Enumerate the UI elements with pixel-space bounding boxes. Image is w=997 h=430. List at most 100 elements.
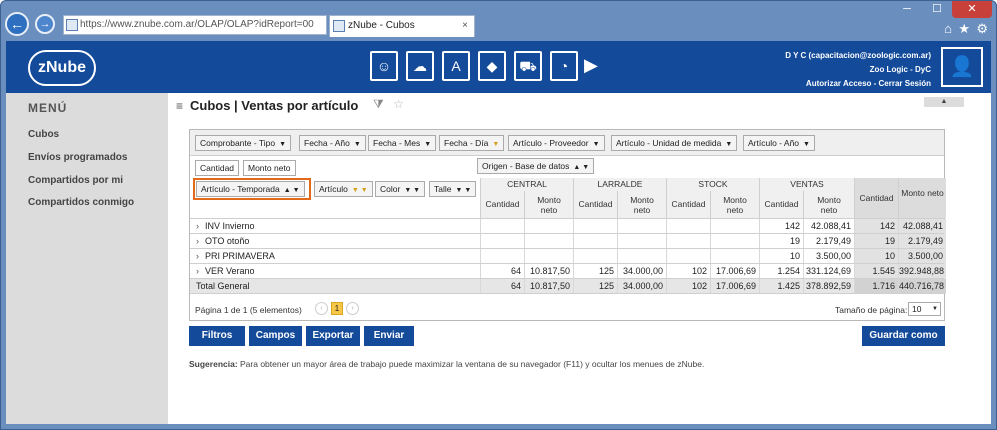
expand-chevron-icon[interactable]: ›: [196, 251, 199, 261]
home-icon[interactable]: ⌂: [944, 21, 952, 36]
table-cell: [573, 234, 617, 249]
menu-title: MENÚ: [28, 101, 68, 115]
table-cell: 102: [666, 279, 710, 294]
filter-icon: ▼: [353, 141, 361, 148]
sidebar-item-compartidos-conmigo[interactable]: Compartidos conmigo: [28, 197, 134, 208]
data-field-monto-neto[interactable]: Monto neto: [243, 160, 296, 176]
row-divider: [190, 293, 944, 294]
current-page[interactable]: 1: [331, 302, 343, 315]
app-header: zNube ☺ ☁ A ◆ ⛟ ◔ ▶ D Y C (capacitacion@…: [6, 41, 991, 93]
sidebar: MENÚ Cubos Envíos programados Compartido…: [6, 93, 168, 424]
collapse-header-button[interactable]: ▲: [924, 97, 964, 107]
filter-field-articulo-ano[interactable]: Artículo - Año ▼: [743, 135, 815, 151]
guardar-como-button[interactable]: Guardar como: [862, 326, 945, 346]
table-row[interactable]: › INV Invierno 142 42.088,41 142 42.088,41: [190, 219, 946, 234]
table-cell: [617, 219, 666, 234]
filter-field-articulo-unidad[interactable]: Artículo - Unidad de medida ▼: [611, 135, 738, 151]
table-cell: 19: [759, 234, 803, 249]
col-group-stock[interactable]: STOCK: [666, 178, 759, 191]
table-cell: 331.124,69: [803, 264, 854, 279]
filter-field-articulo-proveedor[interactable]: Artículo - Proveedor ▼: [508, 135, 605, 151]
table-cell: 64: [480, 279, 524, 294]
favicon-icon: [66, 19, 78, 31]
row-label: › INV Invierno: [196, 221, 255, 231]
table-cell: 42.088,41: [803, 219, 854, 234]
sub-header: Cantidad: [759, 191, 803, 218]
expand-chevron-icon[interactable]: ›: [196, 221, 199, 231]
module-cart-icon[interactable]: ⛟: [514, 51, 542, 81]
total-row[interactable]: Total General 64 10.817,50 125 34.000,00 102 1…: [190, 279, 946, 294]
chip-label: Color: [380, 184, 401, 194]
data-field-cantidad[interactable]: Cantidad: [195, 160, 240, 176]
filter-field-comprobante-tipo[interactable]: Comprobante - Tipo ▼: [195, 135, 292, 151]
expand-chevron-icon[interactable]: ›: [196, 266, 199, 276]
table-cell: 64: [480, 264, 524, 279]
filter-field-fecha-ano[interactable]: Fecha - Año ▼: [299, 135, 366, 151]
col-group-larralde[interactable]: LARRALDE: [573, 178, 666, 191]
sort-filter-icon: ▲ ▼: [283, 187, 300, 194]
enviar-button[interactable]: Enviar: [364, 326, 414, 346]
session-links[interactable]: Autorizar Acceso - Cerrar Sesión: [785, 77, 931, 91]
close-icon[interactable]: ✕: [952, 1, 992, 18]
module-cloud-settings-icon[interactable]: ☁: [406, 51, 434, 81]
column-field-origen[interactable]: Origen - Base de datos ▲ ▼: [477, 158, 595, 174]
sidebar-item-compartidos-por-mi[interactable]: Compartidos por mi: [28, 175, 123, 186]
table-cell: 34.000,00: [617, 264, 666, 279]
table-cell: [710, 249, 759, 264]
table-cell: [617, 234, 666, 249]
filter-field-fecha-mes[interactable]: Fecha - Mes ▼: [368, 135, 437, 151]
table-cell: 3.500,00: [898, 249, 946, 264]
row-label: › PRI PRIMAVERA: [196, 251, 275, 261]
table-cell: 17.006,69: [710, 264, 759, 279]
row-field-talle[interactable]: Talle ▼ ▼: [429, 181, 477, 197]
table-cell: 125: [573, 264, 617, 279]
prev-page-icon[interactable]: ‹: [315, 302, 328, 315]
minimize-icon[interactable]: ─: [892, 1, 922, 18]
forward-icon[interactable]: →: [35, 14, 55, 34]
expand-chevron-icon[interactable]: ›: [196, 236, 199, 246]
module-box-icon[interactable]: ◆: [478, 51, 506, 81]
filter-field-fecha-dia[interactable]: Fecha - Día ▼: [439, 135, 505, 151]
row-field-color[interactable]: Color ▼ ▼: [375, 181, 426, 197]
filter-icon[interactable]: ⧩: [373, 97, 384, 111]
module-olap-icon[interactable]: A: [442, 51, 470, 81]
avatar-icon[interactable]: 👤: [941, 47, 983, 87]
col-group-ventas[interactable]: VENTAS: [759, 178, 854, 191]
next-page-icon[interactable]: ›: [346, 302, 359, 315]
browser-toolbar: ← → https://www.znube.com.ar/OLAP/OLAP?i…: [5, 1, 992, 41]
table-row[interactable]: › OTO otoño 19 2.179,49 19 2.179,49: [190, 234, 946, 249]
filter-icon: ▼: [803, 141, 810, 148]
module-next-icon[interactable]: ▶: [584, 55, 598, 76]
sub-header: Monto neto: [710, 191, 759, 218]
tab-close-icon[interactable]: ×: [462, 16, 468, 36]
sidebar-item-envios[interactable]: Envíos programados: [28, 152, 127, 163]
module-users-icon[interactable]: ☺: [370, 51, 398, 81]
filtros-button[interactable]: Filtros: [189, 326, 245, 346]
sub-header: Cantidad: [666, 191, 710, 218]
campos-button[interactable]: Campos: [249, 326, 302, 346]
page-size-select[interactable]: 10 ▼: [908, 302, 941, 316]
filter-icon: ▼: [424, 141, 432, 148]
sidebar-item-cubos[interactable]: Cubos: [28, 129, 59, 140]
suggestion-body: Para obtener un mayor área de trabajo pu…: [237, 359, 705, 369]
settings-gear-icon[interactable]: ⚙: [976, 21, 988, 37]
browser-tab[interactable]: zNube - Cubos ×: [329, 15, 475, 37]
row-field-temporada[interactable]: Artículo - Temporada ▲ ▼: [196, 181, 305, 197]
row-label: Total General: [196, 281, 250, 291]
znube-logo[interactable]: zNube: [28, 50, 96, 86]
back-icon[interactable]: ←: [5, 12, 29, 36]
exportar-button[interactable]: Exportar: [306, 326, 360, 346]
favorites-star-icon[interactable]: ★: [958, 21, 970, 37]
filter-icon: ▼: [492, 141, 500, 148]
module-clock-icon[interactable]: ◔: [550, 51, 578, 81]
favorite-star-icon[interactable]: ☆: [393, 97, 404, 111]
col-group-central[interactable]: CENTRAL: [480, 178, 573, 191]
table-row[interactable]: › PRI PRIMAVERA 10 3.500,00 10 3.500,00: [190, 249, 946, 264]
table-row[interactable]: › VER Verano 64 10.817,50 125 34.000,00 102 17.…: [190, 264, 946, 279]
address-bar[interactable]: https://www.znube.com.ar/OLAP/OLAP?idRep…: [63, 15, 327, 35]
hamburger-icon[interactable]: ≡: [176, 99, 183, 113]
table-cell: 10: [759, 249, 803, 264]
table-cell: 19: [854, 234, 898, 249]
maximize-icon[interactable]: ☐: [922, 1, 952, 18]
row-field-articulo[interactable]: Artículo ▼ ▼: [314, 181, 373, 197]
